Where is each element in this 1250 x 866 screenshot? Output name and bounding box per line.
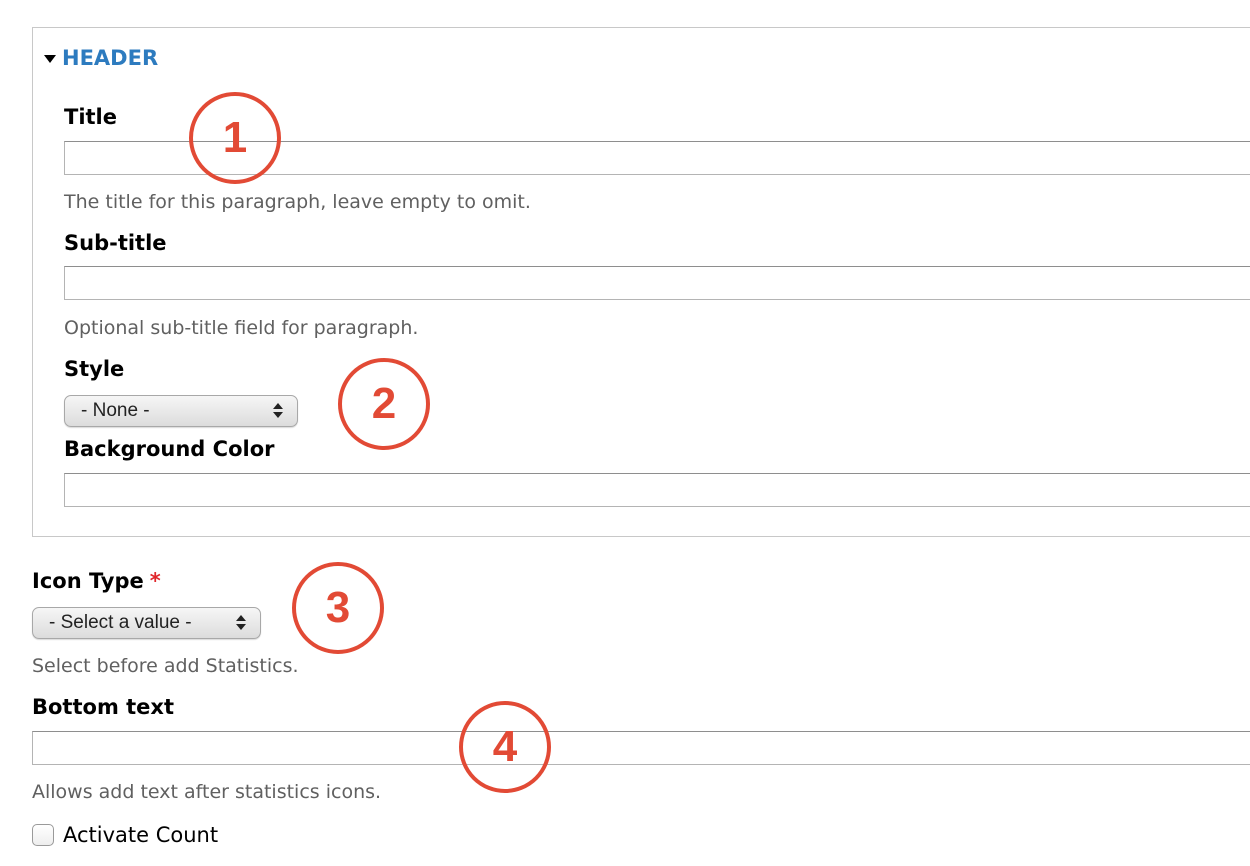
style-select[interactable]: - None - <box>64 395 298 427</box>
bottom-text-input[interactable] <box>32 731 1250 765</box>
bottom-text-help-text: Allows add text after statistics icons. <box>32 781 382 803</box>
background-color-input[interactable] <box>64 473 1250 507</box>
icon-type-help-text: Select before add Statistics. <box>32 655 299 677</box>
background-color-label: Background Color <box>64 437 275 461</box>
subtitle-help-text: Optional sub-title field for paragraph. <box>64 317 419 339</box>
form-page: HEADER Title The title for this paragrap… <box>0 0 1250 866</box>
activate-count-checkbox[interactable] <box>32 824 54 846</box>
annotation-circle-4: 4 <box>459 701 551 793</box>
header-fieldset-toggle[interactable]: HEADER <box>44 44 158 72</box>
title-help-text: The title for this paragraph, leave empt… <box>64 191 531 213</box>
select-arrows-icon <box>236 615 246 631</box>
required-marker: * <box>149 569 161 593</box>
select-arrows-icon <box>273 403 283 419</box>
caret-down-icon <box>44 55 56 63</box>
activate-count-row: Activate Count <box>32 821 218 849</box>
title-label: Title <box>64 105 118 129</box>
subtitle-label: Sub-title <box>64 231 167 255</box>
annotation-circle-3: 3 <box>292 562 384 654</box>
icon-type-select-value: - Select a value - <box>49 612 192 633</box>
header-legend-label: HEADER <box>62 46 159 70</box>
icon-type-label: Icon Type * <box>32 567 161 595</box>
icon-type-select[interactable]: - Select a value - <box>32 607 261 639</box>
subtitle-input[interactable] <box>64 266 1250 300</box>
icon-type-label-text: Icon Type <box>32 569 144 593</box>
style-label: Style <box>64 357 125 381</box>
bottom-text-label: Bottom text <box>32 695 174 719</box>
activate-count-label: Activate Count <box>63 823 219 847</box>
style-select-value: - None - <box>81 400 150 421</box>
annotation-circle-1: 1 <box>189 92 281 184</box>
annotation-circle-2: 2 <box>338 358 430 450</box>
